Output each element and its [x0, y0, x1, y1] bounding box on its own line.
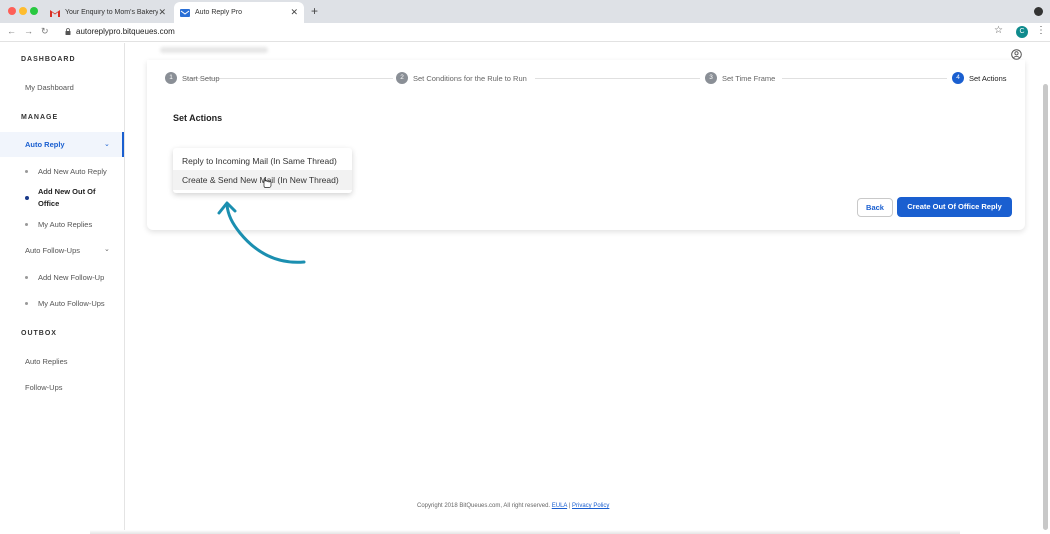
- step-label-set-conditions[interactable]: Set Conditions for the Rule to Run: [413, 74, 527, 83]
- sidebar-subitem-my-auto-follow-ups[interactable]: My Auto Follow-Ups: [38, 298, 105, 310]
- step-number: 2: [396, 72, 408, 84]
- footer-copyright: Copyright 2018 BitQueues.com, All right …: [417, 503, 551, 509]
- autoreply-icon: [180, 8, 190, 17]
- chevron-down-icon[interactable]: ⌄: [104, 245, 110, 253]
- step-label-start-setup[interactable]: Start Setup: [182, 74, 220, 83]
- sidebar-heading-outbox: OUTBOX: [21, 330, 57, 337]
- close-window-button[interactable]: [8, 7, 16, 15]
- sidebar-item-label: Auto Reply: [25, 140, 65, 149]
- profile-avatar[interactable]: C: [1016, 26, 1028, 38]
- browser-extension-icon[interactable]: [1034, 7, 1043, 16]
- sidebar-item-my-dashboard[interactable]: My Dashboard: [25, 83, 74, 92]
- mouse-cursor-icon: [263, 178, 272, 188]
- sidebar-item-auto-follow-ups[interactable]: Auto Follow-Ups: [25, 246, 80, 255]
- create-out-of-office-reply-button[interactable]: Create Out Of Office Reply: [897, 197, 1012, 217]
- browser-tab-bar: Your Enquiry to Mom's Bakery ✕ Auto Repl…: [0, 0, 1050, 23]
- step-number: 1: [165, 72, 177, 84]
- user-account-icon[interactable]: [1011, 49, 1022, 60]
- new-tab-button[interactable]: +: [311, 4, 318, 18]
- section-title: Set Actions: [173, 113, 223, 123]
- sidebar-subitem-add-new-out-of-office[interactable]: Add New Out Of Office: [38, 186, 108, 210]
- sidebar-heading-dashboard: DASHBOARD: [21, 56, 76, 63]
- lock-icon: [65, 28, 71, 35]
- url-input[interactable]: autoreplypro.bitqueues.com: [76, 27, 175, 36]
- bottom-edge: [90, 530, 960, 534]
- page-scrollbar[interactable]: [1043, 84, 1048, 530]
- bullet-icon: [25, 302, 28, 305]
- sidebar-subitem-my-auto-replies[interactable]: My Auto Replies: [38, 219, 92, 231]
- address-bar: ← → ↻ autoreplypro.bitqueues.com ☆ C ⋮: [0, 23, 1050, 42]
- dropdown-option-reply-same-thread[interactable]: Reply to Incoming Mail (In Same Thread): [173, 151, 352, 171]
- chevron-down-icon: ⌄: [104, 141, 110, 148]
- close-tab-icon[interactable]: ✕: [290, 7, 298, 18]
- close-tab-icon[interactable]: ✕: [158, 7, 166, 18]
- eula-link[interactable]: EULA: [552, 503, 567, 509]
- browser-menu-icon[interactable]: ⋮: [1036, 25, 1046, 36]
- reload-icon[interactable]: ↻: [41, 26, 49, 37]
- minimize-window-button[interactable]: [19, 7, 27, 15]
- sidebar-item-outbox-auto-replies[interactable]: Auto Replies: [25, 357, 68, 366]
- stepper-connector: [535, 78, 700, 79]
- active-bullet-icon: [25, 196, 29, 200]
- sidebar-item-auto-reply[interactable]: Auto Reply ⌄: [0, 132, 124, 157]
- step-label-set-actions[interactable]: Set Actions: [969, 74, 1007, 83]
- sidebar-subitem-add-new-follow-up[interactable]: Add New Follow-Up: [38, 272, 104, 284]
- step-label-set-time-frame[interactable]: Set Time Frame: [722, 74, 775, 83]
- browser-tab-autoreply[interactable]: Auto Reply Pro ✕: [174, 2, 304, 23]
- footer: Copyright 2018 BitQueues.com, All right …: [417, 503, 609, 509]
- sidebar: DASHBOARD My Dashboard MANAGE Auto Reply…: [0, 43, 125, 534]
- bullet-icon: [25, 170, 28, 173]
- tab-title: Your Enquiry to Mom's Bakery: [65, 9, 159, 16]
- step-number-active: 4: [952, 72, 964, 84]
- browser-tab-gmail[interactable]: Your Enquiry to Mom's Bakery ✕: [44, 2, 172, 23]
- step-number: 3: [705, 72, 717, 84]
- sidebar-item-outbox-follow-ups[interactable]: Follow-Ups: [25, 383, 63, 392]
- privacy-policy-link[interactable]: Privacy Policy: [572, 503, 609, 509]
- forward-arrow-icon[interactable]: →: [24, 26, 33, 36]
- bullet-icon: [25, 223, 28, 226]
- footer-separator: |: [568, 503, 571, 509]
- bullet-icon: [25, 276, 28, 279]
- sidebar-subitem-add-new-auto-reply[interactable]: Add New Auto Reply: [38, 166, 107, 178]
- blurred-page-header: [160, 47, 268, 53]
- back-button[interactable]: Back: [857, 198, 893, 217]
- bookmark-star-icon[interactable]: ☆: [994, 25, 1003, 36]
- stepper-connector: [782, 78, 947, 79]
- annotation-arrow: [217, 201, 306, 264]
- sidebar-heading-manage: MANAGE: [21, 114, 59, 121]
- gmail-icon: [50, 9, 60, 17]
- tab-title: Auto Reply Pro: [195, 9, 243, 16]
- back-arrow-icon[interactable]: ←: [7, 26, 16, 36]
- maximize-window-button[interactable]: [30, 7, 38, 15]
